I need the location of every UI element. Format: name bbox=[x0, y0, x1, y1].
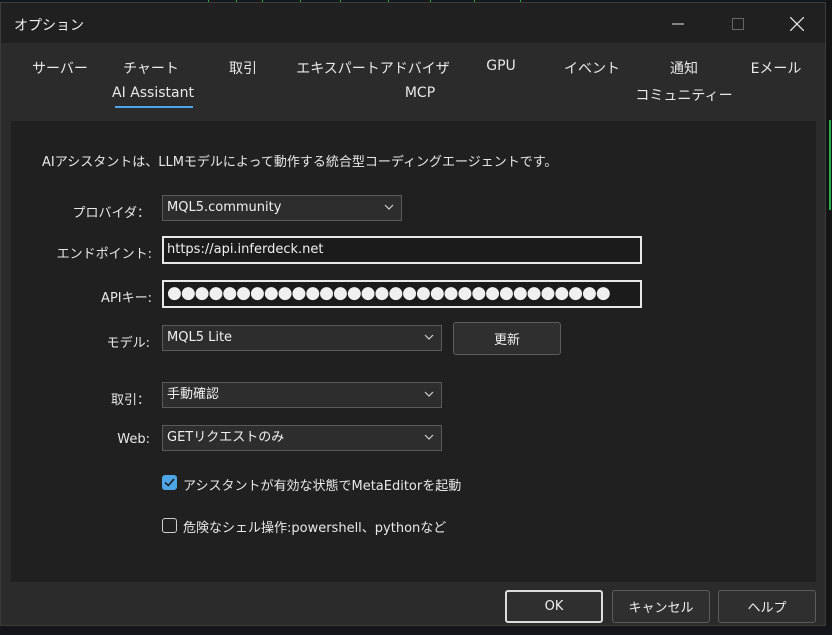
tab-server[interactable]: サーバー bbox=[32, 58, 88, 78]
dangerous-shell-checkbox[interactable] bbox=[162, 518, 177, 533]
chevron-down-icon bbox=[424, 391, 434, 397]
tab-expert-advisors[interactable]: エキスパートアドバイザ bbox=[296, 58, 450, 78]
minimize-button[interactable] bbox=[655, 9, 701, 39]
provider-select[interactable]: MQL5.community bbox=[162, 195, 402, 221]
dialog-title: オプション bbox=[14, 18, 84, 34]
help-button-label: ヘルプ bbox=[747, 601, 787, 616]
chevron-down-icon bbox=[424, 434, 434, 440]
cancel-button[interactable]: キャンセル bbox=[612, 590, 710, 623]
endpoint-value: https://api.inferdeck.net bbox=[167, 242, 324, 257]
endpoint-label: エンドポイント: bbox=[56, 247, 152, 262]
tab-email[interactable]: Eメール bbox=[751, 58, 802, 78]
tab-events[interactable]: イベント bbox=[564, 58, 620, 78]
close-button[interactable] bbox=[774, 9, 820, 39]
model-value: MQL5 Lite bbox=[167, 330, 233, 345]
minimize-icon bbox=[672, 23, 684, 25]
web-label: Web: bbox=[117, 432, 150, 447]
help-button[interactable]: ヘルプ bbox=[718, 590, 816, 623]
tab-trade[interactable]: 取引 bbox=[229, 58, 257, 78]
api-key-field[interactable]: ●●●●●●●●●●●●●●●●●●●●●●●●●●●●●●●● bbox=[162, 280, 642, 308]
api-key-masked-value: ●●●●●●●●●●●●●●●●●●●●●●●●●●●●●●●● bbox=[167, 283, 611, 303]
web-mode-value: GETリクエストのみ bbox=[167, 430, 285, 445]
ai-assistant-panel bbox=[11, 121, 816, 582]
tab-mcp[interactable]: MCP bbox=[405, 85, 435, 101]
tab-notifications[interactable]: 通知 bbox=[670, 58, 698, 78]
background-chart-line bbox=[829, 120, 831, 210]
tab-community[interactable]: コミュニティー bbox=[635, 85, 732, 105]
trade-mode-select[interactable]: 手動確認 bbox=[162, 382, 442, 408]
ok-button[interactable]: OK bbox=[505, 590, 603, 623]
launch-metaeditor-checkbox[interactable] bbox=[162, 475, 177, 490]
provider-value: MQL5.community bbox=[167, 200, 282, 215]
close-icon bbox=[790, 17, 804, 31]
chevron-down-icon bbox=[384, 204, 394, 210]
launch-metaeditor-label[interactable]: アシスタントが有効な状態でMetaEditorを起動 bbox=[183, 475, 461, 494]
options-dialog: オプション サーバー チャート 取引 エキスパートアドバイザ GPU イベント … bbox=[0, 2, 826, 626]
web-mode-select[interactable]: GETリクエストのみ bbox=[162, 425, 442, 451]
title-bar: オプション bbox=[1, 3, 825, 43]
tab-chart[interactable]: チャート bbox=[123, 58, 179, 78]
trade-label: 取引： bbox=[110, 393, 150, 408]
tab-gpu[interactable]: GPU bbox=[486, 58, 516, 74]
maximize-icon bbox=[732, 18, 744, 30]
dangerous-shell-label[interactable]: 危険なシェル操作:powershell、pythonなど bbox=[183, 517, 446, 536]
refresh-button[interactable]: 更新 bbox=[453, 322, 561, 355]
api-key-label: APIキー: bbox=[101, 291, 152, 306]
ok-button-label: OK bbox=[544, 599, 564, 614]
panel-description: AIアシスタントは、LLMモデルによって動作する統合型コーディングエージェントで… bbox=[42, 155, 558, 170]
endpoint-field[interactable]: https://api.inferdeck.net bbox=[162, 236, 642, 264]
model-select[interactable]: MQL5 Lite bbox=[162, 325, 442, 351]
active-tab-indicator bbox=[115, 106, 193, 108]
background-app-bottom bbox=[0, 626, 832, 635]
model-label: モデル: bbox=[106, 336, 150, 351]
refresh-button-label: 更新 bbox=[493, 333, 520, 348]
trade-mode-value: 手動確認 bbox=[167, 387, 220, 402]
checkmark-icon bbox=[164, 478, 175, 487]
tab-ai-assistant[interactable]: AI Assistant bbox=[112, 85, 194, 101]
chevron-down-icon bbox=[424, 334, 434, 340]
maximize-button bbox=[715, 9, 761, 39]
cancel-button-label: キャンセル bbox=[628, 601, 694, 616]
background-app-edge bbox=[826, 0, 832, 635]
provider-label: プロバイダ： bbox=[72, 206, 150, 221]
